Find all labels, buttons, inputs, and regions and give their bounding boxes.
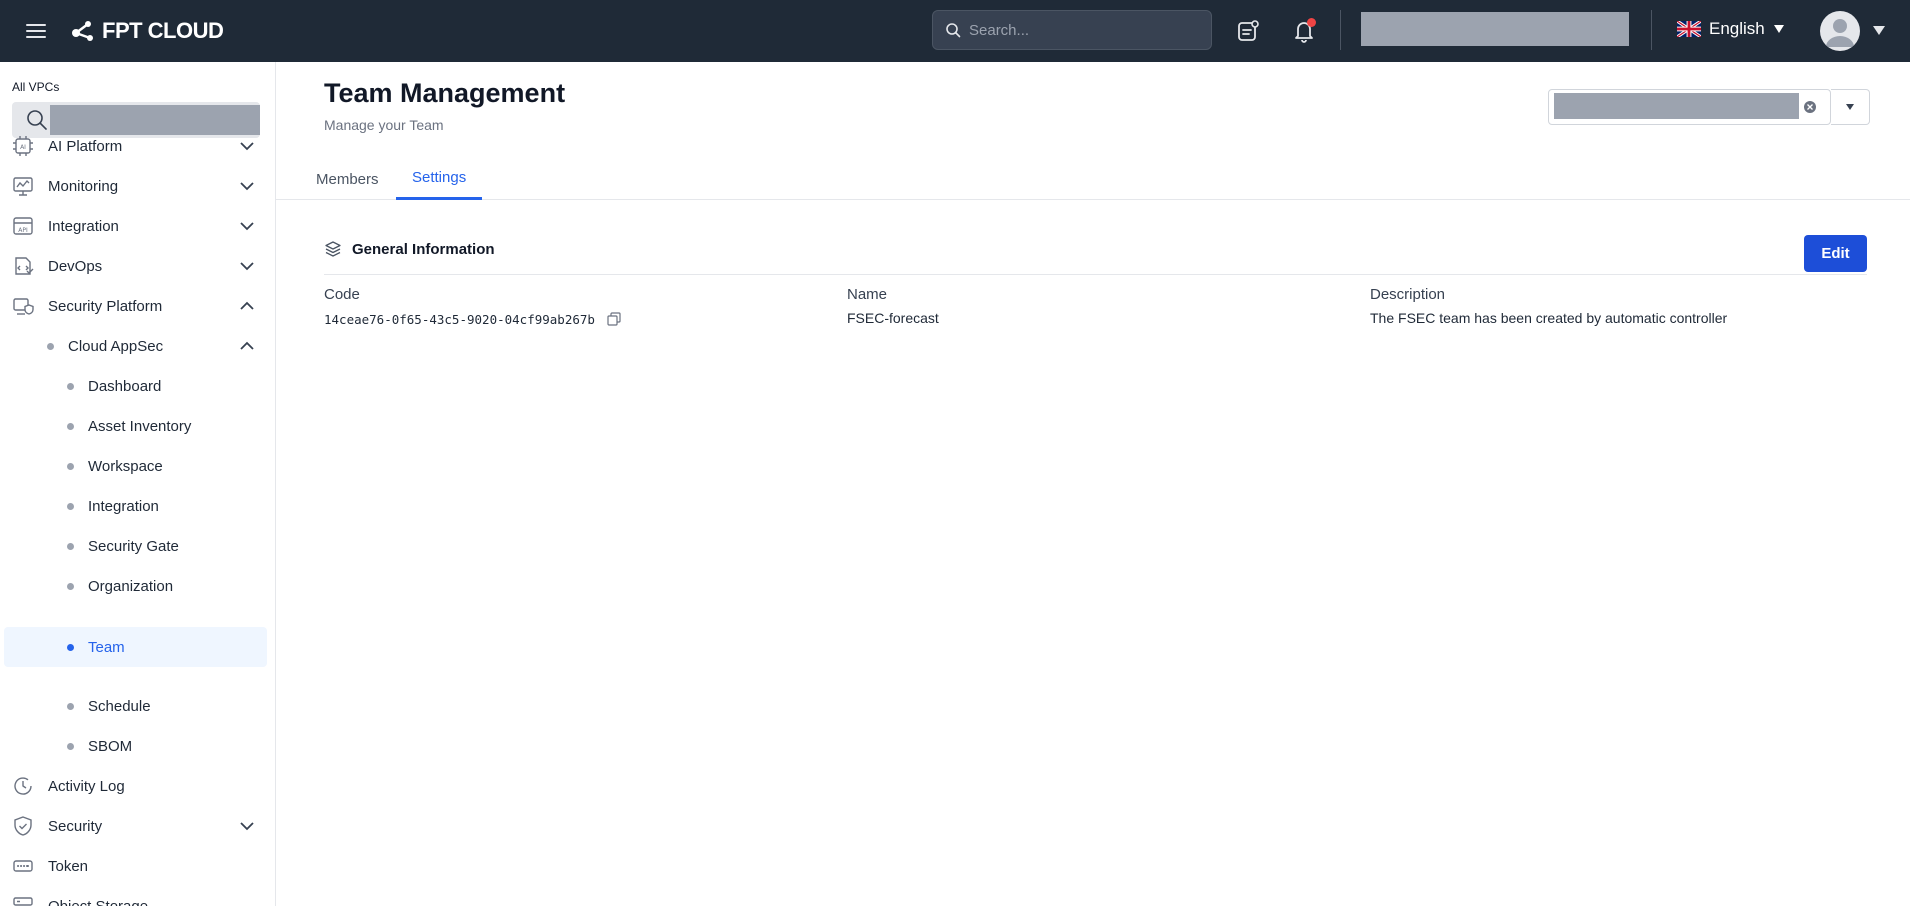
description-label: Description (1370, 286, 1446, 303)
sidebar-item-activity-log[interactable]: Activity Log (0, 766, 276, 806)
bullet-dot (67, 462, 74, 470)
ai-chip-icon: AI (13, 136, 33, 156)
sidebar-item-security[interactable]: Security (0, 806, 276, 846)
uk-flag-icon (1677, 21, 1701, 37)
sidebar-item-monitoring[interactable]: Monitoring (0, 166, 276, 206)
shield-icon (14, 816, 32, 836)
sidebar-item-team[interactable]: Team (4, 627, 267, 667)
bullet-dot (67, 643, 74, 651)
tab-members[interactable]: Members (316, 158, 379, 200)
sidebar: All VPCs AI AI Platform Monitoring API I… (0, 62, 276, 906)
bullet-dot (67, 702, 74, 710)
brand-logo[interactable]: FPT CLOUD (68, 17, 224, 45)
sidebar-item-sbom[interactable]: SBOM (0, 726, 276, 766)
sidebar-item-asset-inventory[interactable]: Asset Inventory (0, 406, 276, 446)
global-search[interactable] (932, 10, 1212, 50)
code-value: 14ceae76-0f65-43c5-9020-04cf99ab267b (324, 312, 595, 327)
topbar-divider (1651, 10, 1652, 50)
user-icon (1826, 19, 1854, 47)
avatar-caret-down-icon[interactable] (1872, 23, 1886, 37)
bullet-dot (47, 342, 54, 350)
hamburger-menu-icon[interactable] (24, 19, 48, 43)
redacted-team-name (1554, 93, 1799, 119)
layers-icon (325, 241, 341, 257)
chevron-down-icon (240, 822, 254, 831)
logo-mark-icon (72, 21, 93, 41)
page-subtitle: Manage your Team (324, 117, 444, 133)
caret-down-icon (1846, 104, 1854, 110)
bullet-dot (67, 502, 74, 510)
section-header: General Information (324, 240, 495, 258)
name-value: FSEC-forecast (847, 310, 939, 326)
search-input[interactable] (969, 21, 1189, 39)
topbar-divider (1340, 10, 1341, 50)
sidebar-item-workspace[interactable]: Workspace (0, 446, 276, 486)
sidebar-item-object-storage[interactable]: Object Storage (0, 886, 276, 906)
team-selector-dropdown[interactable] (1831, 89, 1870, 125)
sidebar-item-devops[interactable]: DevOps (0, 246, 276, 286)
svg-text:AI: AI (20, 144, 26, 151)
bullet-dot (67, 382, 74, 390)
notifications-button[interactable] (1290, 17, 1318, 45)
sidebar-item-token[interactable]: Token (0, 846, 276, 886)
description-value: The FSEC team has been created by automa… (1370, 310, 1728, 326)
sidebar-item-security-gate[interactable]: Security Gate (0, 526, 276, 566)
sidebar-item-cloud-appsec[interactable]: Cloud AppSec (0, 326, 276, 366)
page-title: Team Management (324, 78, 566, 108)
chevron-down-icon (240, 142, 254, 151)
language-selector[interactable]: English (1677, 19, 1785, 39)
brand-name: FPT CLOUD (102, 18, 224, 43)
section-divider (324, 274, 1867, 275)
sidebar-item-schedule[interactable]: Schedule (0, 686, 276, 726)
svg-text:API: API (18, 227, 28, 234)
bullet-dot (67, 742, 74, 750)
redacted-account-info (1361, 12, 1629, 46)
monitor-icon (13, 177, 33, 196)
security-platform-icon (13, 298, 34, 315)
sidebar-item-dashboard[interactable]: Dashboard (0, 366, 276, 406)
code-label: Code (324, 286, 360, 303)
support-ticket-icon[interactable] (1234, 17, 1262, 45)
vpc-label: All VPCs (12, 80, 60, 94)
token-icon (13, 860, 33, 872)
chevron-down-icon (240, 262, 254, 271)
language-label: English (1709, 19, 1765, 38)
search-icon (946, 23, 961, 38)
bullet-dot (67, 582, 74, 590)
top-bar: FPT CLOUD English (0, 0, 1910, 62)
bullet-dot (67, 542, 74, 550)
edit-button[interactable]: Edit (1804, 235, 1867, 272)
sidebar-item-integration[interactable]: API Integration (0, 206, 276, 246)
chevron-down-icon (240, 222, 254, 231)
devops-icon (15, 257, 34, 275)
user-avatar[interactable] (1820, 11, 1860, 51)
notification-badge (1307, 18, 1316, 27)
team-selector[interactable] (1548, 89, 1831, 125)
clock-icon (14, 777, 32, 795)
copy-icon[interactable] (606, 311, 622, 327)
section-title: General Information (352, 240, 495, 258)
clear-icon[interactable] (1803, 100, 1817, 114)
sidebar-item-organization[interactable]: Organization (0, 566, 276, 606)
sidebar-item-security-platform[interactable]: Security Platform (0, 286, 276, 326)
chevron-up-icon (240, 341, 254, 350)
chevron-down-icon (240, 182, 254, 191)
chevron-up-icon (240, 301, 254, 310)
tab-bar: Members Settings (276, 158, 1910, 200)
tab-settings[interactable]: Settings (396, 158, 483, 200)
storage-icon (13, 897, 33, 906)
sidebar-item-appsec-integration[interactable]: Integration (0, 486, 276, 526)
sidebar-item-ai-platform[interactable]: AI AI Platform (0, 126, 276, 166)
name-label: Name (847, 286, 888, 303)
caret-down-icon (1773, 25, 1784, 33)
bullet-dot (67, 422, 74, 430)
api-icon: API (13, 217, 33, 235)
